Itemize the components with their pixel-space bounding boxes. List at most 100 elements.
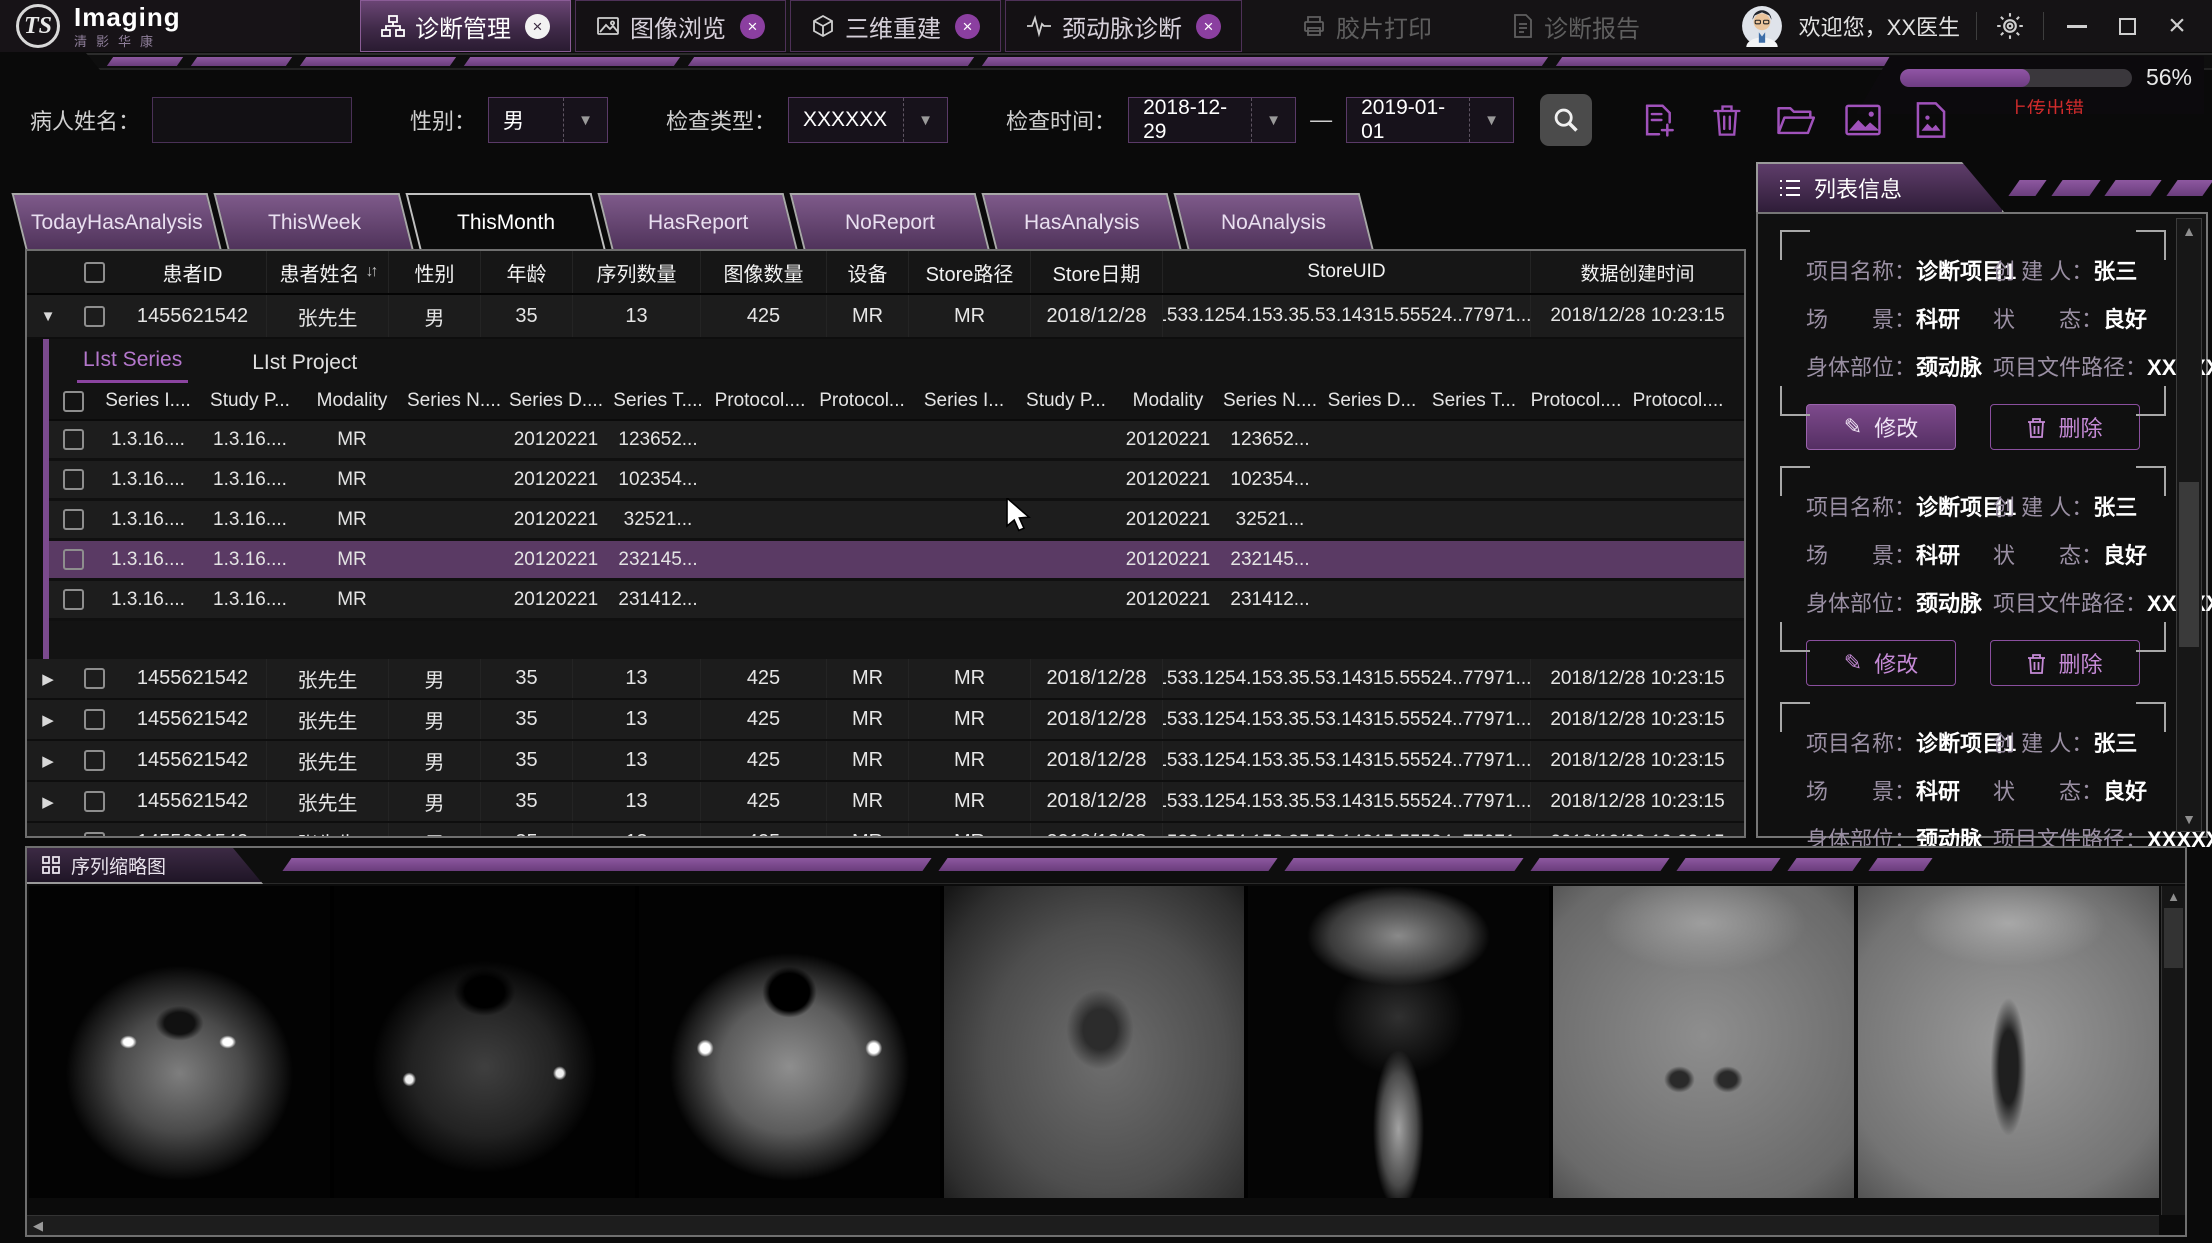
- series-thumbnail[interactable]: [1248, 886, 1549, 1198]
- column-header[interactable]: 设备↓↑: [827, 251, 909, 293]
- thumbnails-horizontal-scrollbar[interactable]: ◀: [27, 1215, 2159, 1235]
- close-icon[interactable]: ×: [1196, 14, 1221, 39]
- column-header[interactable]: 性别↓↑: [389, 251, 481, 293]
- row-checkbox[interactable]: [69, 306, 119, 327]
- series-column-header[interactable]: Series I...: [913, 390, 1015, 412]
- series-row[interactable]: 1.3.16.... 1.3.16.... MR 20120221 102354…: [49, 461, 1744, 501]
- scrollbar-thumb[interactable]: [2164, 908, 2183, 968]
- series-thumbnail[interactable]: [1553, 886, 1854, 1198]
- series-column-header[interactable]: Protocol....: [709, 390, 811, 412]
- row-checkbox[interactable]: [69, 750, 119, 771]
- avatar[interactable]: [1741, 5, 1783, 47]
- chevron-down-icon[interactable]: ▼: [1469, 98, 1513, 142]
- row-checkbox[interactable]: [69, 709, 119, 730]
- close-icon[interactable]: ×: [740, 14, 765, 39]
- close-icon[interactable]: ×: [955, 14, 980, 39]
- series-select-all-checkbox[interactable]: [49, 391, 97, 412]
- series-row[interactable]: 1.3.16.... 1.3.16.... MR 20120221 32521.…: [49, 501, 1744, 541]
- date-from-picker[interactable]: 2018-12-29▼: [1128, 97, 1296, 143]
- series-column-header[interactable]: Modality: [1117, 390, 1219, 412]
- column-header[interactable]: 数据创建时间↓↑: [1531, 251, 1744, 293]
- column-header[interactable]: StoreUID↓↑: [1163, 251, 1531, 293]
- expand-arrow-icon[interactable]: ▶: [27, 711, 69, 729]
- scroll-up-icon[interactable]: ▲: [2177, 223, 2201, 239]
- quick-filter-tab[interactable]: ThisMonth: [405, 193, 605, 251]
- chevron-down-icon[interactable]: ▼: [563, 98, 607, 142]
- expand-arrow-icon[interactable]: ▶: [27, 670, 69, 688]
- quick-filter-tab[interactable]: HasAnalysis: [981, 193, 1181, 251]
- delete-button[interactable]: [1706, 99, 1748, 141]
- row-checkbox[interactable]: [69, 668, 119, 689]
- patient-name-input[interactable]: [152, 97, 352, 143]
- expand-arrow-icon[interactable]: ▶: [27, 793, 69, 811]
- modify-button[interactable]: ✎ 修改: [1806, 404, 1956, 450]
- series-column-header[interactable]: Series T....: [607, 390, 709, 412]
- column-header[interactable]: Store路径↓↑: [909, 251, 1031, 293]
- search-button[interactable]: [1540, 94, 1592, 146]
- gender-select[interactable]: 男▼: [488, 97, 608, 143]
- series-column-header[interactable]: Study P...: [199, 390, 301, 412]
- row-checkbox[interactable]: [49, 589, 97, 610]
- scrollbar-thumb[interactable]: [2179, 482, 2199, 647]
- collapse-arrow-icon[interactable]: ▼: [27, 308, 69, 325]
- series-column-header[interactable]: Protocol...: [811, 390, 913, 412]
- info-panel-scrollbar[interactable]: ▲ ▼: [2176, 218, 2202, 832]
- column-header[interactable]: 患者姓名↓↑: [267, 251, 389, 293]
- column-header[interactable]: 患者ID↓↑: [119, 251, 267, 293]
- scroll-left-icon[interactable]: ◀: [33, 1218, 43, 1234]
- row-checkbox[interactable]: [49, 429, 97, 450]
- series-row[interactable]: 1.3.16.... 1.3.16.... MR 20120221 123652…: [49, 421, 1744, 461]
- series-column-header[interactable]: Modality: [301, 390, 403, 412]
- row-checkbox[interactable]: [49, 509, 97, 530]
- tab-carotid-diagnosis[interactable]: 颈动脉诊断 ×: [1005, 0, 1242, 52]
- row-checkbox[interactable]: [49, 549, 97, 570]
- chevron-down-icon[interactable]: ▼: [903, 98, 947, 142]
- tab-image-browse[interactable]: 图像浏览 ×: [575, 0, 786, 52]
- patient-row[interactable]: ▶ 1455621542 张先生 男 35 13 425 MR MR 2018/…: [27, 659, 1744, 700]
- open-folder-button[interactable]: [1774, 99, 1816, 141]
- delete-button[interactable]: 删除: [1990, 640, 2140, 686]
- exam-type-select[interactable]: XXXXXX▼: [788, 97, 948, 143]
- series-column-header[interactable]: Protocol....: [1525, 390, 1627, 412]
- column-header[interactable]: 序列数量↓↑: [573, 251, 701, 293]
- series-column-header[interactable]: Series N....: [403, 390, 505, 412]
- row-checkbox[interactable]: [49, 469, 97, 490]
- delete-button[interactable]: 删除: [1990, 404, 2140, 450]
- series-thumbnail[interactable]: [334, 886, 635, 1198]
- series-thumbnail[interactable]: [29, 886, 330, 1198]
- tab-diagnosis-management[interactable]: 诊断管理 ×: [360, 0, 571, 52]
- patient-row-expanded[interactable]: ▼ 1455621542 张先生 男 35 13 425 MR MR 2018/…: [27, 295, 1744, 339]
- series-thumbnail[interactable]: [639, 886, 940, 1198]
- image-file-button[interactable]: [1910, 99, 1952, 141]
- select-all-checkbox[interactable]: [69, 262, 119, 283]
- series-thumbnail[interactable]: [1858, 886, 2159, 1198]
- minimize-button[interactable]: [2060, 9, 2094, 43]
- quick-filter-tab[interactable]: NoAnalysis: [1173, 193, 1373, 251]
- add-study-button[interactable]: [1638, 99, 1680, 141]
- thumbnails-vertical-scrollbar[interactable]: ▲: [2161, 886, 2185, 1215]
- quick-filter-tab[interactable]: ThisWeek: [213, 193, 413, 251]
- series-column-header[interactable]: Series D...: [1321, 390, 1423, 412]
- series-column-header[interactable]: Series N....: [1219, 390, 1321, 412]
- date-to-picker[interactable]: 2019-01-01▼: [1346, 97, 1514, 143]
- patient-row[interactable]: ▶ 1455621542 张先生 男 35 13 425 MR MR 2018/…: [27, 741, 1744, 782]
- column-header[interactable]: 年龄↓↑: [481, 251, 573, 293]
- settings-button[interactable]: [1993, 9, 2027, 43]
- series-column-header[interactable]: Series I....: [97, 390, 199, 412]
- modify-button[interactable]: ✎ 修改: [1806, 640, 1956, 686]
- scroll-down-icon[interactable]: ▼: [2177, 811, 2201, 827]
- scroll-up-icon[interactable]: ▲: [2162, 889, 2185, 904]
- series-column-header[interactable]: Series D....: [505, 390, 607, 412]
- series-column-header[interactable]: Series T...: [1423, 390, 1525, 412]
- series-column-header[interactable]: Study P...: [1015, 390, 1117, 412]
- column-header[interactable]: 图像数量↓↑: [701, 251, 827, 293]
- patient-row[interactable]: ▶ 1455621542 张先生 男 35 13 425 MR MR 2018/…: [27, 823, 1744, 838]
- sort-icon[interactable]: ↓↑: [366, 263, 376, 281]
- expand-arrow-icon[interactable]: ▶: [27, 752, 69, 770]
- column-header[interactable]: Store日期↓↑: [1031, 251, 1163, 293]
- image-button[interactable]: [1842, 99, 1884, 141]
- series-thumbnail[interactable]: [944, 886, 1245, 1198]
- maximize-button[interactable]: [2110, 9, 2144, 43]
- patient-row[interactable]: ▶ 1455621542 张先生 男 35 13 425 MR MR 2018/…: [27, 700, 1744, 741]
- quick-filter-tab[interactable]: NoReport: [789, 193, 989, 251]
